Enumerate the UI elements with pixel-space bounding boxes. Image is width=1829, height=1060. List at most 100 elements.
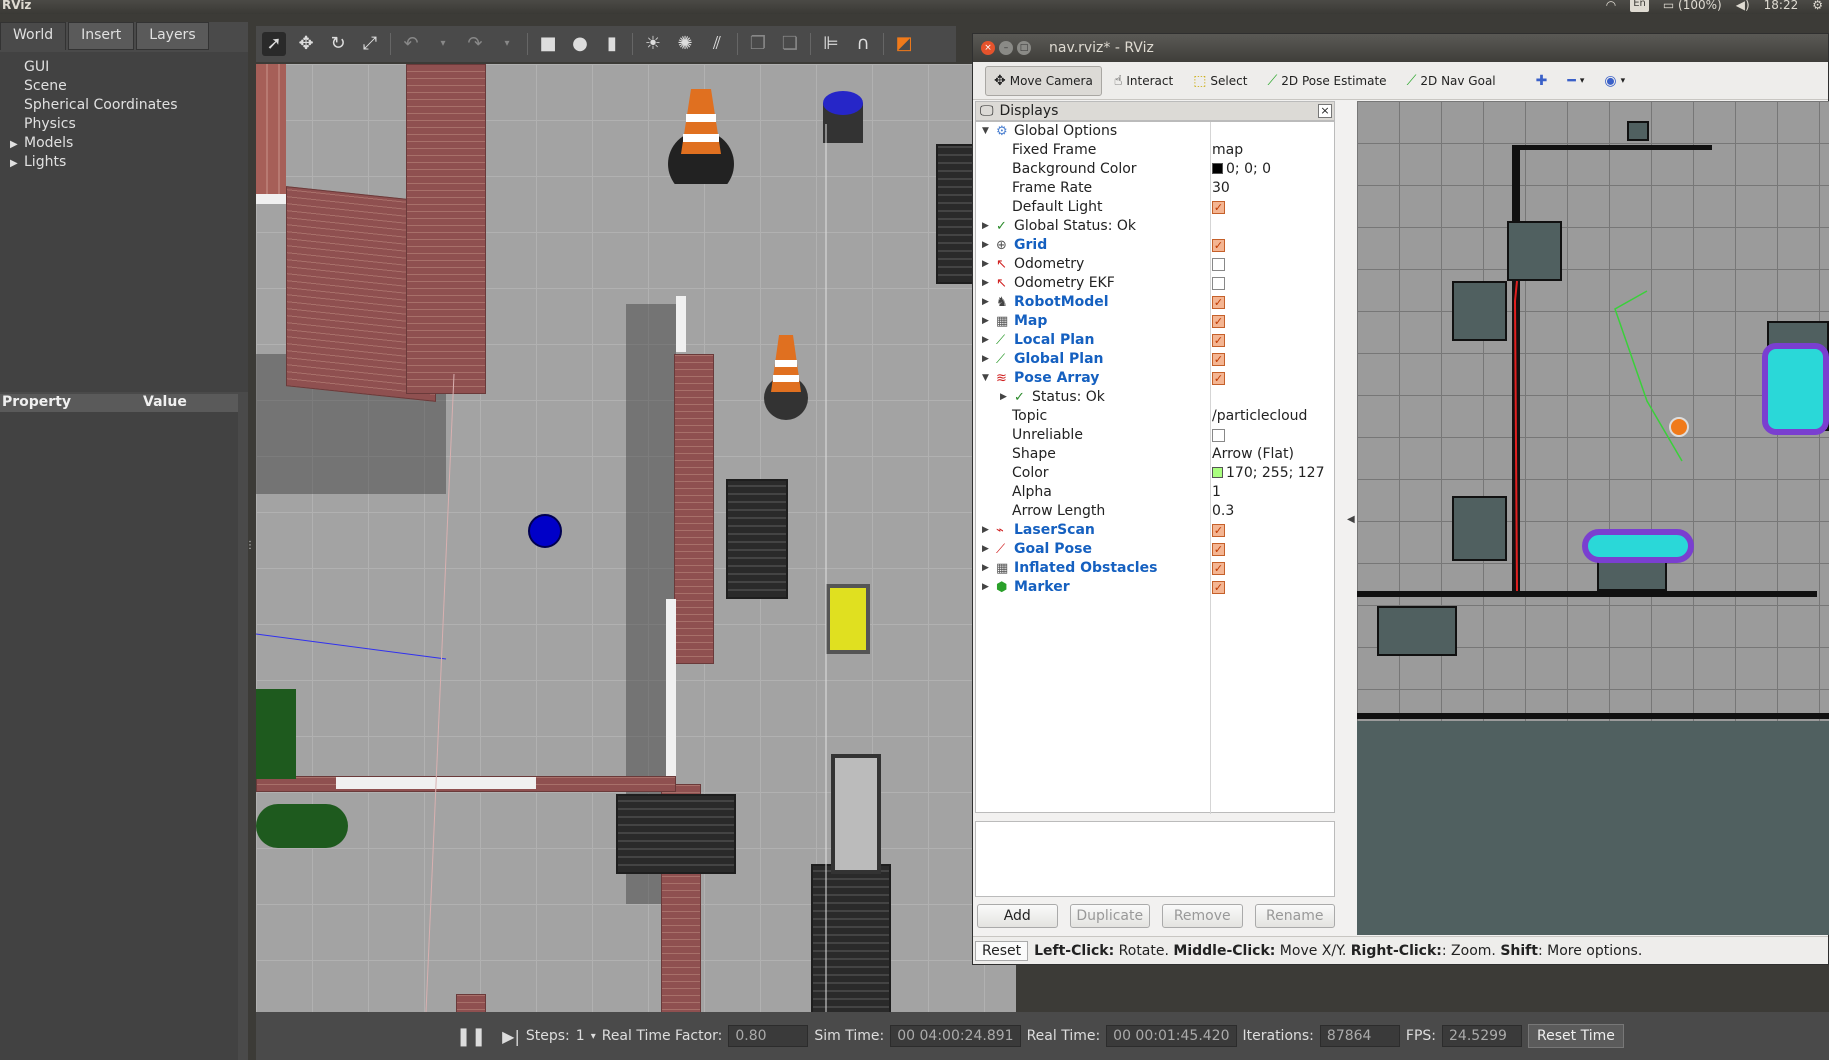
align-icon[interactable]: ⊫ — [819, 32, 843, 56]
panel-splitter-handle[interactable]: ⋮ — [245, 540, 255, 551]
expand-arrow-icon[interactable]: ▶ — [982, 274, 989, 293]
display-row[interactable]: ▶ ♞ RobotModel ✓ — [976, 293, 1334, 312]
display-row[interactable]: ▶ ▦ Inflated Obstacles ✓ — [976, 559, 1334, 578]
expand-arrow-icon[interactable]: ▶ — [982, 312, 989, 331]
enable-checkbox[interactable]: ✓ — [1212, 372, 1225, 385]
display-row[interactable]: ▶ ✓ Status: Ok — [976, 388, 1334, 407]
rviz-titlebar[interactable]: × – □ nav.rviz* - RViz — [973, 34, 1828, 62]
collapse-arrow-icon[interactable]: ▼ — [982, 369, 989, 388]
display-row[interactable]: Frame Rate 30 — [976, 179, 1334, 198]
collapse-panel-handle[interactable]: ◀ — [1347, 514, 1355, 525]
world-item-lights[interactable]: ▶ Lights — [0, 153, 248, 172]
expand-arrow-icon[interactable]: ▶ — [982, 578, 989, 597]
display-row[interactable]: ▼ ⚙ Global Options — [976, 122, 1334, 141]
steps-dropdown-icon[interactable]: ▾ — [591, 1031, 596, 1042]
pause-icon[interactable]: ❚❚ — [456, 1026, 486, 1047]
display-row[interactable]: Alpha 1 — [976, 483, 1334, 502]
display-row-value[interactable]: map — [1212, 141, 1243, 160]
display-row[interactable]: ▼ ≋ Pose Array ✓ — [976, 369, 1334, 388]
display-row-value[interactable]: 0.3 — [1212, 502, 1234, 521]
redo-icon[interactable]: ↷ — [463, 32, 487, 56]
expand-arrow-icon[interactable]: ▶ — [982, 559, 989, 578]
expand-arrow-icon[interactable]: ▶ — [982, 540, 989, 559]
view-button[interactable]: ◉ ▾ — [1596, 66, 1633, 96]
display-row[interactable]: Arrow Length 0.3 — [976, 502, 1334, 521]
enable-checkbox[interactable]: ✓ — [1212, 543, 1225, 556]
interact-button[interactable]: ☝ Interact — [1106, 66, 1181, 96]
select-button[interactable]: ⬚ Select — [1185, 66, 1255, 96]
expand-arrow-icon[interactable]: ▶ — [1000, 388, 1007, 407]
settings-icon[interactable]: ⚙ — [1812, 0, 1823, 12]
move-camera-button[interactable]: ✥ Move Camera — [985, 65, 1102, 96]
duplicate-display-button[interactable]: Duplicate — [1069, 904, 1150, 928]
select-mode-icon[interactable]: ➚ — [262, 32, 286, 56]
rename-display-button[interactable]: Rename — [1254, 904, 1335, 928]
display-row[interactable]: ▶ ⬢ Marker ✓ — [976, 578, 1334, 597]
add-display-button[interactable]: Add — [977, 904, 1058, 928]
redo-dropdown-icon[interactable]: ▾ — [495, 32, 519, 56]
enable-checkbox[interactable] — [1212, 258, 1225, 271]
remove-display-button[interactable]: Remove — [1162, 904, 1243, 928]
add-tool-button[interactable]: ✚ — [1528, 66, 1556, 96]
tab-insert[interactable]: Insert — [68, 22, 135, 50]
close-panel-button[interactable]: × — [1318, 104, 1332, 118]
expand-arrow-icon[interactable]: ▶ — [982, 331, 989, 350]
world-item-models[interactable]: ▶ Models — [0, 134, 248, 153]
reset-time-button[interactable]: Reset Time — [1528, 1024, 1624, 1048]
enable-checkbox[interactable]: ✓ — [1212, 315, 1225, 328]
minimize-window-button[interactable]: – — [999, 41, 1013, 55]
scale-mode-icon[interactable]: ⤢ — [358, 32, 382, 56]
clock[interactable]: 18:22 — [1764, 0, 1799, 12]
enable-checkbox[interactable]: ✓ — [1212, 524, 1225, 537]
enable-checkbox[interactable] — [1212, 277, 1225, 290]
undo-dropdown-icon[interactable]: ▾ — [431, 32, 455, 56]
display-row-value[interactable]: 1 — [1212, 483, 1221, 502]
close-window-button[interactable]: × — [981, 41, 995, 55]
world-item-spherical-coordinates[interactable]: Spherical Coordinates — [0, 96, 248, 115]
enable-checkbox[interactable]: ✓ — [1212, 334, 1225, 347]
world-item-scene[interactable]: Scene — [0, 77, 248, 96]
display-row[interactable]: ▶ ✓ Global Status: Ok — [976, 217, 1334, 236]
world-item-physics[interactable]: Physics — [0, 115, 248, 134]
battery-indicator[interactable]: ▭ (100%) — [1663, 0, 1722, 12]
view-angle-icon[interactable]: ◩ — [892, 32, 916, 56]
remove-tool-button[interactable]: ━ ▾ — [1559, 66, 1592, 96]
pose-estimate-button[interactable]: ⟋ 2D Pose Estimate — [1259, 66, 1394, 96]
expand-arrow-icon[interactable]: ▶ — [10, 135, 24, 154]
display-row[interactable]: ▶ ⊕ Grid ✓ — [976, 236, 1334, 255]
enable-checkbox[interactable]: ✓ — [1212, 581, 1225, 594]
display-row[interactable]: Unreliable — [976, 426, 1334, 445]
cylinder-shape-icon[interactable]: ▮ — [600, 32, 624, 56]
enable-checkbox[interactable] — [1212, 429, 1225, 442]
display-row[interactable]: Default Light ✓ — [976, 198, 1334, 217]
world-item-gui[interactable]: GUI — [0, 58, 248, 77]
enable-checkbox[interactable]: ✓ — [1212, 562, 1225, 575]
expand-arrow-icon[interactable]: ▶ — [982, 255, 989, 274]
display-row-value[interactable]: 0; 0; 0 — [1212, 160, 1271, 179]
enable-checkbox[interactable]: ✓ — [1212, 201, 1225, 214]
display-row[interactable]: Topic/particlecloud — [976, 407, 1334, 426]
display-row[interactable]: ▶ ⟋ Goal Pose ✓ — [976, 540, 1334, 559]
tab-layers[interactable]: Layers — [136, 22, 209, 50]
copy-icon[interactable]: ❐ — [746, 32, 770, 56]
tab-world[interactable]: World — [0, 22, 67, 50]
volume-icon[interactable]: ◀) — [1736, 0, 1750, 12]
wifi-icon[interactable]: ◠ — [1606, 0, 1616, 12]
gazebo-3d-view[interactable] — [256, 64, 1016, 1012]
keyboard-layout[interactable]: En — [1630, 0, 1649, 12]
steps-value[interactable]: 1 — [576, 1028, 585, 1044]
box-shape-icon[interactable]: ■ — [536, 32, 560, 56]
point-light-icon[interactable]: ☀ — [641, 32, 665, 56]
translate-mode-icon[interactable]: ✥ — [294, 32, 318, 56]
expand-arrow-icon[interactable]: ▶ — [982, 236, 989, 255]
paste-icon[interactable]: ❏ — [778, 32, 802, 56]
collapse-arrow-icon[interactable]: ▼ — [982, 122, 989, 141]
display-row-value[interactable]: 30 — [1212, 179, 1230, 198]
expand-arrow-icon[interactable]: ▶ — [982, 217, 989, 236]
display-row[interactable]: ▶ ↖ Odometry EKF — [976, 274, 1334, 293]
spot-light-icon[interactable]: ✺ — [673, 32, 697, 56]
expand-arrow-icon[interactable]: ▶ — [982, 293, 989, 312]
step-icon[interactable]: ▶| — [502, 1027, 520, 1046]
display-row-value[interactable]: Arrow (Flat) — [1212, 445, 1294, 464]
nav-goal-button[interactable]: ⟋ 2D Nav Goal — [1399, 66, 1504, 96]
